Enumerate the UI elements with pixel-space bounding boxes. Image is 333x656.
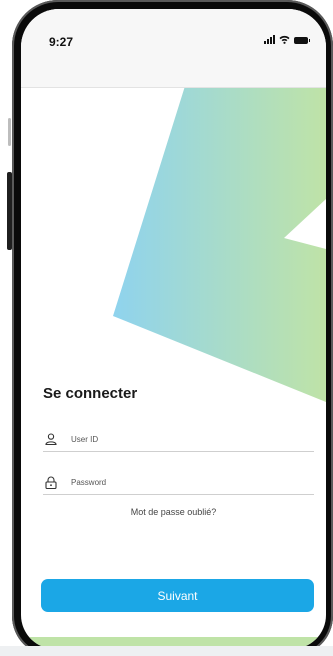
battery-icon [294,37,310,44]
password-input[interactable] [71,477,271,487]
password-field[interactable] [43,470,314,495]
user-id-input[interactable] [71,434,271,444]
hero-graphic [21,86,326,649]
page: 9:27 Se connecter User ID Mot de passe o… [0,0,333,656]
phone-frame: 9:27 Se connecter User ID Mot de passe o… [12,0,333,656]
user-icon [43,431,59,447]
status-time: 9:27 [49,35,74,49]
login-title: Se connecter [43,385,138,402]
screen: 9:27 Se connecter User ID Mot de passe o… [21,9,326,649]
wifi-icon [279,35,290,44]
next-button[interactable]: Suivant [41,579,314,612]
forgot-password-link[interactable]: Mot de passe oublié? [21,507,326,517]
bottom-strip [0,646,333,656]
status-bar: 9:27 [21,9,326,88]
mute-switch [8,118,11,146]
cellular-signal-icon [264,35,275,44]
user-id-field[interactable] [43,427,314,452]
status-icons [264,35,310,44]
lock-icon [43,474,59,490]
